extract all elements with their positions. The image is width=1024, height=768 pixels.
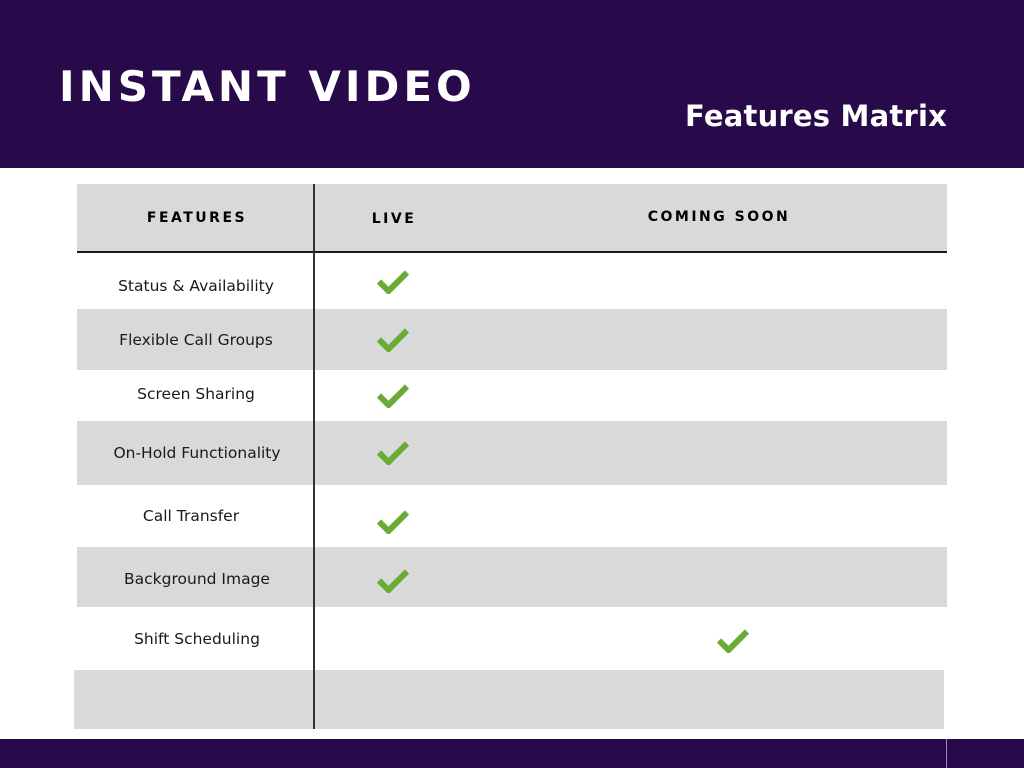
feature-label: Screen Sharing	[137, 385, 255, 403]
feature-label: Status & Availability	[118, 277, 274, 295]
coming-soon-check-icon	[717, 627, 749, 653]
live-check-icon	[377, 567, 409, 593]
features-matrix-table: FEATURES LIVE COMING SOON Status & Avail…	[0, 0, 1024, 768]
live-check-icon	[377, 268, 409, 294]
feature-label: Call Transfer	[142, 507, 240, 525]
column-header-live: LIVE	[371, 211, 417, 227]
live-check-icon	[377, 326, 409, 352]
live-check-icon	[377, 508, 409, 534]
feature-label: Background Image	[124, 570, 270, 588]
feature-label: Shift Scheduling	[134, 630, 260, 648]
column-divider	[313, 184, 315, 729]
live-check-icon	[377, 382, 409, 408]
footer-band	[0, 739, 1024, 768]
live-check-icon	[377, 439, 409, 465]
feature-label: On-Hold Functionality	[113, 444, 281, 462]
column-header-coming-soon: COMING SOON	[647, 209, 791, 225]
table-row	[74, 670, 944, 729]
footer-divider	[946, 739, 947, 768]
feature-label: Flexible Call Groups	[119, 331, 273, 349]
column-header-features: FEATURES	[146, 210, 248, 226]
